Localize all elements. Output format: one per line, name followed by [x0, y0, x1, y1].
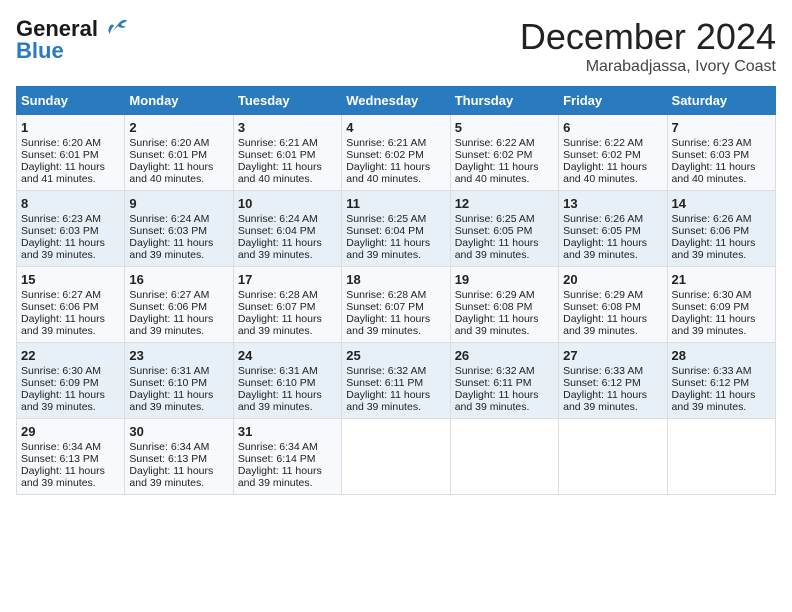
table-row: 17Sunrise: 6:28 AMSunset: 6:07 PMDayligh… — [233, 267, 341, 343]
header-friday: Friday — [559, 87, 667, 115]
table-row: 1Sunrise: 6:20 AMSunset: 6:01 PMDaylight… — [17, 115, 125, 191]
month-title: December 2024 — [520, 16, 776, 58]
table-row: 11Sunrise: 6:25 AMSunset: 6:04 PMDayligh… — [342, 191, 450, 267]
location-title: Marabadjassa, Ivory Coast — [520, 58, 776, 76]
table-row: 8Sunrise: 6:23 AMSunset: 6:03 PMDaylight… — [17, 191, 125, 267]
table-row: 4Sunrise: 6:21 AMSunset: 6:02 PMDaylight… — [342, 115, 450, 191]
table-row — [667, 419, 775, 495]
header-saturday: Saturday — [667, 87, 775, 115]
header-monday: Monday — [125, 87, 233, 115]
header-tuesday: Tuesday — [233, 87, 341, 115]
table-row: 27Sunrise: 6:33 AMSunset: 6:12 PMDayligh… — [559, 343, 667, 419]
table-row: 15Sunrise: 6:27 AMSunset: 6:06 PMDayligh… — [17, 267, 125, 343]
table-row: 23Sunrise: 6:31 AMSunset: 6:10 PMDayligh… — [125, 343, 233, 419]
header-thursday: Thursday — [450, 87, 558, 115]
logo-blue: Blue — [16, 38, 64, 64]
table-row: 19Sunrise: 6:29 AMSunset: 6:08 PMDayligh… — [450, 267, 558, 343]
table-row: 26Sunrise: 6:32 AMSunset: 6:11 PMDayligh… — [450, 343, 558, 419]
table-row: 7Sunrise: 6:23 AMSunset: 6:03 PMDaylight… — [667, 115, 775, 191]
table-row — [450, 419, 558, 495]
table-row: 30Sunrise: 6:34 AMSunset: 6:13 PMDayligh… — [125, 419, 233, 495]
header-sunday: Sunday — [17, 87, 125, 115]
table-row: 21Sunrise: 6:30 AMSunset: 6:09 PMDayligh… — [667, 267, 775, 343]
table-row: 6Sunrise: 6:22 AMSunset: 6:02 PMDaylight… — [559, 115, 667, 191]
table-row: 18Sunrise: 6:28 AMSunset: 6:07 PMDayligh… — [342, 267, 450, 343]
table-row: 31Sunrise: 6:34 AMSunset: 6:14 PMDayligh… — [233, 419, 341, 495]
logo-bird-icon — [100, 18, 128, 40]
table-row: 10Sunrise: 6:24 AMSunset: 6:04 PMDayligh… — [233, 191, 341, 267]
table-row: 29Sunrise: 6:34 AMSunset: 6:13 PMDayligh… — [17, 419, 125, 495]
table-row — [559, 419, 667, 495]
table-row: 13Sunrise: 6:26 AMSunset: 6:05 PMDayligh… — [559, 191, 667, 267]
calendar-table: Sunday Monday Tuesday Wednesday Thursday… — [16, 86, 776, 495]
table-row: 20Sunrise: 6:29 AMSunset: 6:08 PMDayligh… — [559, 267, 667, 343]
table-row: 12Sunrise: 6:25 AMSunset: 6:05 PMDayligh… — [450, 191, 558, 267]
table-row: 24Sunrise: 6:31 AMSunset: 6:10 PMDayligh… — [233, 343, 341, 419]
table-row: 14Sunrise: 6:26 AMSunset: 6:06 PMDayligh… — [667, 191, 775, 267]
table-row: 5Sunrise: 6:22 AMSunset: 6:02 PMDaylight… — [450, 115, 558, 191]
header-wednesday: Wednesday — [342, 87, 450, 115]
table-row: 3Sunrise: 6:21 AMSunset: 6:01 PMDaylight… — [233, 115, 341, 191]
table-row: 22Sunrise: 6:30 AMSunset: 6:09 PMDayligh… — [17, 343, 125, 419]
table-row: 28Sunrise: 6:33 AMSunset: 6:12 PMDayligh… — [667, 343, 775, 419]
table-row: 9Sunrise: 6:24 AMSunset: 6:03 PMDaylight… — [125, 191, 233, 267]
logo: General Blue — [16, 16, 128, 64]
table-row: 2Sunrise: 6:20 AMSunset: 6:01 PMDaylight… — [125, 115, 233, 191]
page-header: General Blue December 2024 Marabadjassa,… — [16, 16, 776, 76]
table-row — [342, 419, 450, 495]
title-block: December 2024 Marabadjassa, Ivory Coast — [520, 16, 776, 76]
table-row: 16Sunrise: 6:27 AMSunset: 6:06 PMDayligh… — [125, 267, 233, 343]
calendar-header-row: Sunday Monday Tuesday Wednesday Thursday… — [17, 87, 776, 115]
table-row: 25Sunrise: 6:32 AMSunset: 6:11 PMDayligh… — [342, 343, 450, 419]
